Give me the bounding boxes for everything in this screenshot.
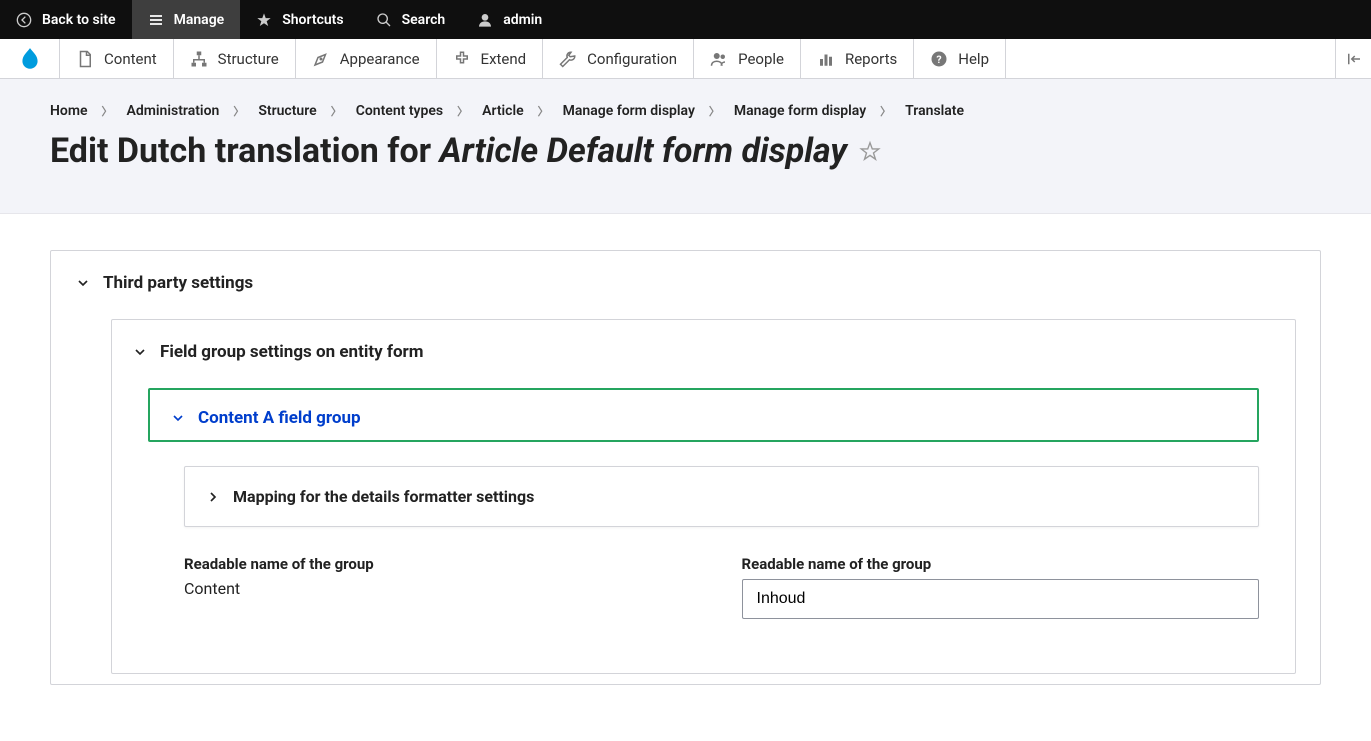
breadcrumb-types[interactable]: Content types — [356, 103, 443, 119]
chevron-right-icon: 〉 — [880, 103, 891, 119]
tab-extend-label: Extend — [481, 50, 527, 68]
reports-icon — [817, 50, 835, 68]
breadcrumb-home[interactable]: Home — [50, 103, 88, 119]
page-title-prefix: Edit Dutch translation for — [50, 131, 440, 171]
tab-configuration[interactable]: Configuration — [543, 39, 694, 78]
tab-help[interactable]: ? Help — [914, 39, 1006, 78]
admin-user-button[interactable]: admin — [461, 0, 558, 39]
search-button[interactable]: Search — [360, 0, 462, 39]
breadcrumb-admin[interactable]: Administration — [127, 103, 220, 119]
field-group-settings-block: Field group settings on entity form Cont… — [111, 319, 1296, 674]
tray-icon — [1345, 50, 1363, 68]
tab-extend[interactable]: Extend — [437, 39, 544, 78]
tab-help-label: Help — [958, 50, 989, 68]
tab-appearance[interactable]: Appearance — [296, 39, 437, 78]
content-a-summary[interactable]: Content A field group — [170, 404, 1237, 432]
structure-icon — [190, 50, 208, 68]
translation-row: Readable name of the group Content Reada… — [184, 555, 1259, 619]
tray-toggle[interactable] — [1335, 39, 1371, 78]
breadcrumb: Home 〉 Administration 〉 Structure 〉 Content… — [50, 103, 1321, 119]
search-icon — [376, 12, 392, 28]
source-label: Readable name of the group — [184, 555, 702, 573]
manage-button[interactable]: Manage — [132, 0, 241, 39]
content-icon — [76, 50, 94, 68]
tab-configuration-label: Configuration — [587, 50, 677, 68]
manage-label: Manage — [174, 12, 225, 28]
user-icon — [477, 12, 493, 28]
target-input[interactable] — [742, 579, 1260, 619]
field-group-summary[interactable]: Field group settings on entity form — [112, 338, 1295, 366]
content-a-label: Content A field group — [198, 408, 361, 428]
header-region: Home 〉 Administration 〉 Structure 〉 Content… — [0, 79, 1371, 214]
breadcrumb-article[interactable]: Article — [482, 103, 524, 119]
shortcuts-label: Shortcuts — [282, 12, 343, 28]
search-label: Search — [402, 12, 446, 28]
svg-text:?: ? — [937, 52, 942, 65]
chevron-right-icon: 〉 — [233, 103, 244, 119]
mapping-summary[interactable]: Mapping for the details formatter settin… — [205, 483, 1238, 510]
chevron-right-icon: 〉 — [102, 103, 113, 119]
tab-appearance-label: Appearance — [340, 50, 420, 68]
extend-icon — [453, 50, 471, 68]
field-group-label: Field group settings on entity form — [160, 342, 424, 362]
page-title: Edit Dutch translation for Article Defau… — [50, 131, 1321, 171]
content-a-wrapper: Content A field group Mapping for the de… — [148, 388, 1259, 649]
back-icon — [16, 12, 32, 28]
tab-people[interactable]: People — [694, 39, 801, 78]
content-a-body: Mapping for the details formatter settin… — [184, 466, 1259, 649]
mapping-block: Mapping for the details formatter settin… — [184, 466, 1259, 527]
appearance-icon — [312, 50, 330, 68]
chevron-right-icon — [205, 489, 221, 505]
tab-reports-label: Reports — [845, 50, 897, 68]
configuration-icon — [559, 50, 577, 68]
tab-content[interactable]: Content — [60, 39, 174, 78]
help-icon: ? — [930, 50, 948, 68]
chevron-down-icon — [132, 344, 148, 360]
tab-structure[interactable]: Structure — [174, 39, 296, 78]
chevron-right-icon: 〉 — [457, 103, 468, 119]
star-icon — [256, 12, 272, 28]
source-column: Readable name of the group Content — [184, 555, 702, 619]
breadcrumb-mfd1[interactable]: Manage form display — [563, 103, 695, 119]
tab-structure-label: Structure — [218, 50, 279, 68]
chevron-down-icon — [75, 275, 91, 291]
shortcuts-button[interactable]: Shortcuts — [240, 0, 359, 39]
tab-reports[interactable]: Reports — [801, 39, 914, 78]
drupal-icon — [17, 46, 43, 72]
chevron-right-icon: 〉 — [538, 103, 549, 119]
content-a-field-group-block: Content A field group — [148, 388, 1259, 442]
third-party-settings-block: Third party settings Field group setting… — [50, 250, 1321, 685]
chevron-right-icon: 〉 — [331, 103, 342, 119]
page-title-entity: Article Default form display — [440, 131, 847, 171]
target-label: Readable name of the group — [742, 555, 1260, 573]
source-value: Content — [184, 579, 702, 598]
drupal-logo[interactable] — [0, 39, 60, 78]
admin-tabs: Content Structure Appearance Extend Conf… — [0, 39, 1371, 79]
mapping-label: Mapping for the details formatter settin… — [233, 487, 534, 506]
back-label: Back to site — [42, 12, 116, 28]
people-icon — [710, 50, 728, 68]
breadcrumb-translate[interactable]: Translate — [905, 103, 964, 119]
third-party-label: Third party settings — [103, 273, 253, 293]
menu-icon — [148, 12, 164, 28]
star-outline-icon[interactable] — [859, 140, 881, 162]
breadcrumb-structure[interactable]: Structure — [258, 103, 316, 119]
main-content: Third party settings Field group setting… — [0, 214, 1371, 741]
toolbar: Back to site Manage Shortcuts Search adm… — [0, 0, 1371, 39]
target-column: Readable name of the group — [742, 555, 1260, 619]
tab-content-label: Content — [104, 50, 157, 68]
third-party-summary[interactable]: Third party settings — [75, 269, 1296, 297]
chevron-right-icon: 〉 — [709, 103, 720, 119]
admin-label: admin — [503, 12, 542, 28]
chevron-down-icon — [170, 410, 186, 426]
breadcrumb-mfd2[interactable]: Manage form display — [734, 103, 866, 119]
back-to-site-button[interactable]: Back to site — [0, 0, 132, 39]
tab-people-label: People — [738, 50, 784, 68]
